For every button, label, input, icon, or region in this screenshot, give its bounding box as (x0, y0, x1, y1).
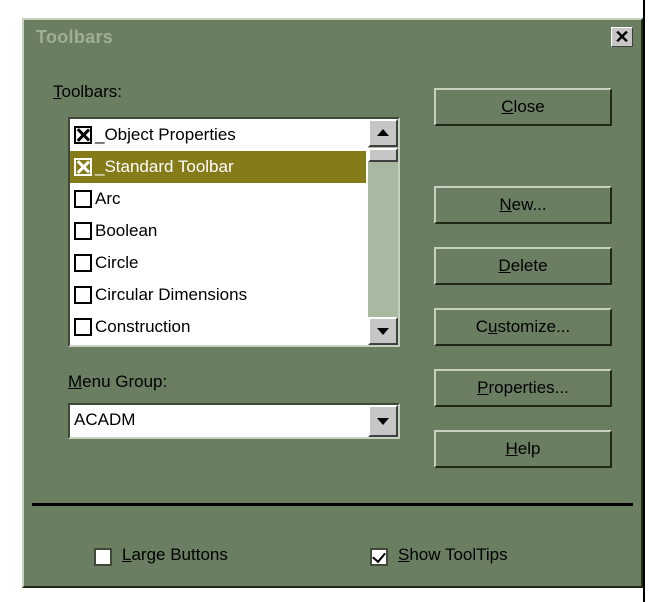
checkbox-icon[interactable] (74, 254, 92, 272)
checkbox-icon[interactable] (74, 286, 92, 304)
checkbox-icon[interactable] (74, 190, 92, 208)
list-item[interactable]: Circle (70, 247, 366, 279)
window-edge (643, 0, 645, 602)
arrow-up-icon (377, 129, 389, 136)
list-item[interactable]: _Object Properties (70, 119, 366, 151)
chevron-down-icon (377, 418, 389, 425)
show-tooltips-label[interactable]: Show ToolTips (398, 545, 508, 565)
title-bar[interactable]: Toolbars ✕ (28, 24, 637, 52)
checkbox-icon[interactable] (74, 222, 92, 240)
menu-group-value: ACADM (74, 410, 136, 429)
toolbars-label: Toolbars: (53, 82, 122, 101)
checkbox-checked-icon[interactable] (74, 158, 92, 176)
dropdown-button[interactable] (368, 405, 398, 437)
list-item-label: _Standard Toolbar (95, 157, 234, 176)
large-buttons-label[interactable]: Large Buttons (122, 545, 228, 565)
scroll-thumb[interactable] (368, 148, 398, 162)
close-icon[interactable]: ✕ (611, 27, 633, 47)
list-item-label: Circular Dimensions (95, 285, 248, 304)
arrow-down-icon (377, 328, 389, 335)
list-item[interactable]: Construction (70, 311, 366, 343)
toolbars-list: _Object Properties _Standard Toolbar Arc Bo… (70, 119, 366, 345)
close-button[interactable]: Close (434, 88, 612, 126)
new-button[interactable]: New... (434, 186, 612, 224)
divider (32, 503, 633, 506)
customize-button[interactable]: Customize... (434, 308, 612, 346)
scroll-up-button[interactable] (368, 119, 398, 147)
list-item-label: _Object Properties (95, 125, 236, 144)
menu-group-label: Menu Group: (68, 372, 168, 391)
list-item[interactable]: Arc (70, 183, 366, 215)
list-scrollbar[interactable] (368, 119, 398, 345)
help-button[interactable]: Help (434, 430, 612, 468)
list-item-label: Arc (95, 189, 121, 208)
toolbars-listbox[interactable]: _Object Properties _Standard Toolbar Arc Bo… (68, 117, 400, 347)
list-item[interactable]: Boolean (70, 215, 366, 247)
list-item[interactable]: _Standard Toolbar (70, 151, 366, 183)
menu-group-select[interactable]: ACADM (68, 403, 400, 439)
list-item[interactable]: Circular Dimensions (70, 279, 366, 311)
scroll-down-button[interactable] (368, 317, 398, 345)
delete-button[interactable]: Delete (434, 247, 612, 285)
list-item-label: Boolean (95, 221, 158, 240)
list-item-label: Construction (95, 317, 191, 336)
large-buttons-checkbox[interactable] (94, 548, 112, 566)
properties-button[interactable]: Properties... (434, 369, 612, 407)
show-tooltips-checkbox[interactable] (370, 548, 388, 566)
checkbox-icon[interactable] (74, 318, 92, 336)
dialog-title: Toolbars (36, 27, 114, 47)
list-item-label: Circle (95, 253, 139, 272)
toolbars-dialog: Toolbars ✕ Toolbars: _Object Properties _… (22, 18, 643, 588)
checkbox-checked-icon[interactable] (74, 126, 92, 144)
